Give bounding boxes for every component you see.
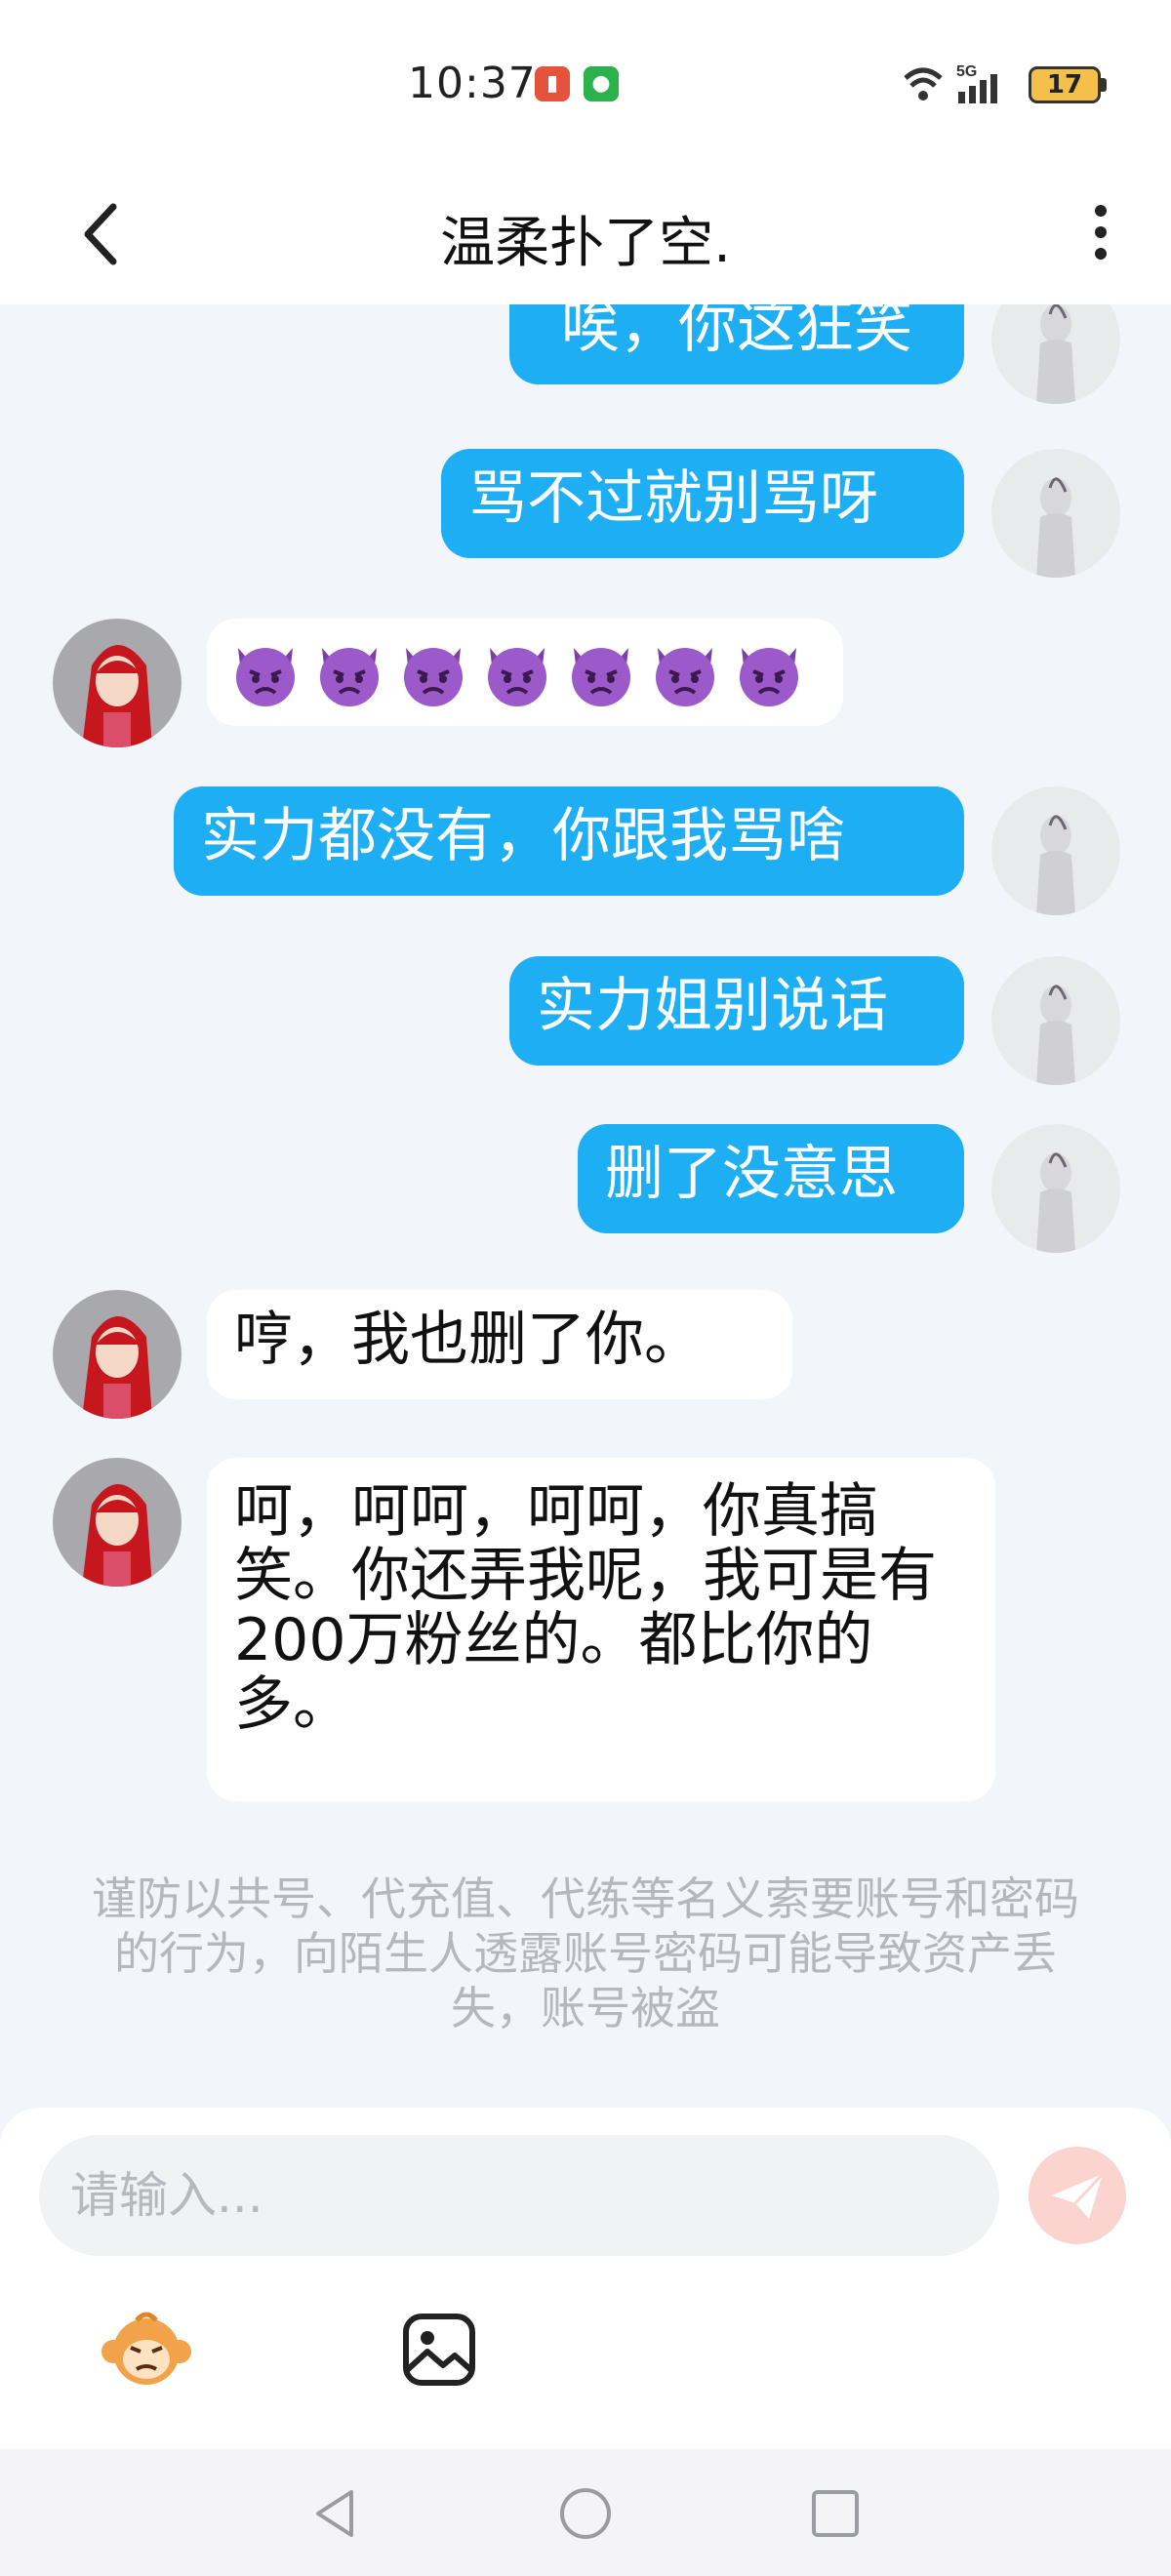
security-warning: 谨防以共号、代充值、代练等名义索要账号和密码的行为，向陌生人透露账号密码可能导致…: [92, 1872, 1079, 2034]
my-avatar[interactable]: [991, 956, 1120, 1085]
input-bar: 请输入...: [0, 2108, 1171, 2449]
outgoing-message[interactable]: 唉，你这狂笑: [509, 304, 964, 384]
contact-avatar[interactable]: [53, 1290, 182, 1419]
contact-avatar[interactable]: [53, 1458, 182, 1587]
angry-devil-face-icon: [732, 636, 806, 710]
notification-app-icon: ▮: [535, 66, 570, 101]
battery-indicator: 17: [1029, 66, 1101, 103]
outgoing-message[interactable]: 骂不过就别骂呀: [441, 449, 964, 558]
image-icon[interactable]: [390, 2301, 488, 2398]
nav-back-icon[interactable]: [306, 2484, 365, 2543]
angry-devil-face-icon: [228, 636, 303, 710]
status-bar: 10:37 ▮ ● 5G 17: [0, 0, 1171, 166]
nav-recents-icon[interactable]: [806, 2484, 865, 2543]
message-list[interactable]: 唉，你这狂笑 骂不过就别骂呀 实力都没有，你跟我骂啥 实力姐别说话 删了没意思 …: [0, 304, 1171, 2110]
angry-devil-face-icon: [564, 636, 638, 710]
nav-home-icon[interactable]: [556, 2484, 615, 2543]
wifi-signal-icons: 5G: [904, 63, 997, 103]
incoming-message[interactable]: 哼，我也删了你。: [207, 1290, 792, 1399]
network-type-label: 5G: [956, 63, 977, 80]
angry-devil-face-icon: [648, 636, 722, 710]
incoming-message[interactable]: 呵，呵呵，呵呵，你真搞笑。你还弄我呢，我可是有200万粉丝的。都比你的多。: [207, 1458, 995, 1801]
my-avatar[interactable]: [991, 1124, 1120, 1253]
more-vertical-icon[interactable]: [1081, 199, 1120, 277]
incoming-emoji-message[interactable]: [207, 619, 843, 726]
angry-devil-face-icon: [480, 636, 554, 710]
message-input[interactable]: 请输入...: [39, 2135, 999, 2256]
paper-plane-icon[interactable]: [1029, 2147, 1126, 2244]
contact-avatar[interactable]: [53, 619, 182, 747]
monkey-sticker-icon[interactable]: [98, 2301, 195, 2398]
angry-devil-face-icon: [396, 636, 470, 710]
chat-header: 温柔扑了空.: [0, 166, 1171, 304]
outgoing-message[interactable]: 实力都没有，你跟我骂啥: [174, 786, 964, 896]
battery-tip: [1101, 78, 1107, 92]
system-navigation-bar: [0, 2449, 1171, 2576]
wechat-notification-icon: ●: [584, 66, 619, 101]
outgoing-message[interactable]: 实力姐别说话: [509, 956, 964, 1066]
outgoing-message[interactable]: 删了没意思: [578, 1124, 964, 1233]
my-avatar[interactable]: [991, 786, 1120, 915]
angry-devil-face-icon: [312, 636, 386, 710]
my-avatar[interactable]: [991, 449, 1120, 578]
status-time: 10:37: [408, 59, 537, 108]
my-avatar[interactable]: [991, 304, 1120, 404]
chat-title: 温柔扑了空.: [440, 212, 731, 275]
